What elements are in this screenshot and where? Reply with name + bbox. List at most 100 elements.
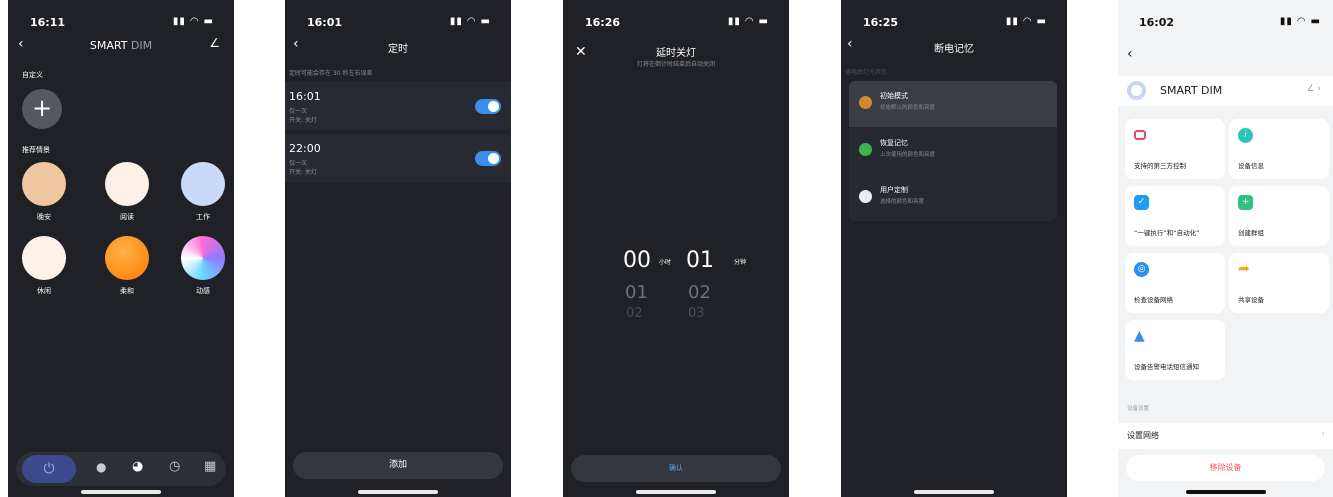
section-label: 设备设置 — [1127, 406, 1150, 412]
timer-row[interactable]: 22:00 仅一次 开关: 关灯 — [285, 134, 511, 182]
time-picker[interactable]: 00 小时 01 分钟 01 02 02 03 — [563, 248, 789, 328]
scene-swatch — [105, 162, 149, 206]
create-group-card[interactable]: + 创建群组 — [1229, 186, 1329, 246]
card-label: 共享设备 — [1238, 296, 1264, 304]
remove-device-button[interactable]: 移除设备 — [1126, 455, 1325, 481]
page-subtitle: 灯将在倒计时结束后自动关闭 — [636, 61, 715, 68]
screen-delay-off: 16:26 ▮▮ ◠ ▬ ✕ 延时关灯 灯将在倒计时结束后自动关闭 00 小时 … — [563, 0, 789, 497]
scene-swatch — [181, 236, 225, 280]
option-title: 初始模式 — [880, 92, 908, 100]
clock-tab-icon[interactable]: ◷ — [169, 459, 180, 474]
grid-tab-icon[interactable]: ▦ — [204, 459, 216, 474]
palette-tab-icon[interactable]: ◕ — [132, 459, 143, 474]
status-icons: ▮▮ ◠ ▬ — [1005, 16, 1047, 27]
status-icons: ▮▮ ◠ ▬ — [172, 16, 214, 27]
status-time: 16:01 — [307, 16, 343, 29]
remove-device-label: 移除设备 — [1209, 463, 1242, 472]
screen-power-memory: 16:25 ▮▮ ◠ ▬ ‹ 断电记忆 通电后灯光状态 初始模式 初始默认的颜色… — [841, 0, 1067, 497]
device-info-card[interactable]: i 设备信息 — [1229, 119, 1329, 179]
scene-item[interactable]: 晚安 — [22, 162, 66, 222]
scene-label: 休闲 — [37, 287, 51, 295]
scene-item[interactable]: 动感 — [181, 236, 225, 296]
confirm-button[interactable]: 确认 — [571, 455, 781, 482]
scene-swatch — [181, 162, 225, 206]
scene-label: 阅读 — [120, 213, 134, 221]
add-custom-button[interactable]: + — [22, 89, 62, 129]
home-indicator — [358, 490, 438, 494]
option-row[interactable]: 用户定制 选择的颜色和亮度 — [849, 175, 1057, 221]
hour-unit: 小时 — [659, 259, 672, 266]
status-icons: ▮▮ ◠ ▬ — [727, 16, 769, 27]
third-party-control-card[interactable]: 支持的第三方控制 — [1125, 119, 1225, 179]
bulb-tab-icon[interactable]: ● — [96, 460, 106, 474]
chevron-right-icon: › — [1321, 429, 1325, 439]
screen-device-settings: 16:02 ▮▮ ◠ ▬ ‹ SMART DIM ∠ › 支持的第三方控制 i … — [1118, 0, 1333, 497]
recommended-label: 推荐情景 — [22, 146, 50, 154]
timer-row[interactable]: 16:01 仅一次 开关: 关灯 — [285, 82, 511, 130]
back-button[interactable]: ‹ — [1127, 46, 1133, 62]
option-title: 用户定制 — [880, 186, 908, 194]
bottom-tab-bar: ⏻ ● ◕ ◷ ▦ — [16, 452, 226, 486]
minute-next2: 03 — [688, 306, 705, 321]
device-name: SMART DIM — [1160, 84, 1223, 97]
restore-memory-icon — [859, 143, 872, 156]
page-title: 延时关灯 — [656, 48, 696, 59]
add-timer-label: 添加 — [388, 460, 407, 470]
minute-unit: 分钟 — [734, 259, 747, 266]
status-time: 16:26 — [585, 16, 621, 29]
bell-icon: ▲ — [1134, 328, 1145, 344]
page-title: 定时 — [388, 44, 408, 55]
title-dim: DIM — [130, 39, 153, 52]
check-network-card[interactable]: ◎ 检查设备网络 — [1125, 253, 1225, 313]
page-title: 断电记忆 — [934, 44, 974, 55]
title-smart: SMART — [89, 39, 128, 52]
device-header[interactable]: SMART DIM ∠ › — [1118, 76, 1333, 106]
share-device-card[interactable]: ➦ 共享设备 — [1229, 253, 1329, 313]
screen-timer: 16:01 ▮▮ ◠ ▬ ‹ 定时 定时可能会存在 30 秒左右误差 16:01… — [285, 0, 511, 497]
card-label: 支持的第三方控制 — [1134, 162, 1186, 170]
option-desc: 选择的颜色和亮度 — [880, 199, 925, 205]
scene-item[interactable]: 柔和 — [105, 236, 149, 296]
alarm-notify-card[interactable]: ▲ 设备告警电话短信通知 — [1125, 320, 1225, 380]
timer-repeat: 仅一次 — [289, 108, 308, 115]
status-bar: 16:11 ▮▮ ◠ ▬ — [8, 16, 234, 30]
automation-card[interactable]: ✓ “一键执行”和“自动化” — [1125, 186, 1225, 246]
add-timer-button[interactable]: 添加 — [293, 452, 503, 479]
home-indicator — [914, 490, 994, 494]
scene-item[interactable]: 阅读 — [105, 162, 149, 222]
scene-label: 工作 — [196, 213, 210, 221]
option-row[interactable]: 恢复记忆 上次使用的颜色和亮度 — [849, 128, 1057, 174]
home-indicator — [1185, 490, 1266, 494]
status-bar: 16:26 ▮▮ ◠ ▬ — [563, 16, 789, 30]
group-icon: + — [1238, 195, 1253, 210]
timer-note: 定时可能会存在 30 秒左右误差 — [289, 70, 373, 77]
network-settings-row[interactable]: 设置网络 › — [1118, 423, 1333, 449]
timer-toggle[interactable] — [475, 151, 501, 166]
status-bar: 16:01 ▮▮ ◠ ▬ — [285, 16, 511, 30]
hour-next: 01 — [625, 282, 648, 303]
option-title: 恢复记忆 — [880, 139, 908, 147]
option-row[interactable]: 初始模式 初始默认的颜色和亮度 — [849, 81, 1057, 127]
scene-label: 晚安 — [37, 213, 51, 221]
edit-icon[interactable]: ∠ — [209, 36, 220, 50]
status-icons: ▮▮ ◠ ▬ — [1279, 16, 1321, 27]
custom-label: 自定义 — [22, 71, 43, 79]
network-settings-label: 设置网络 — [1127, 431, 1159, 440]
scene-item[interactable]: 工作 — [181, 162, 225, 222]
timer-action: 开关: 关灯 — [289, 169, 317, 176]
scene-swatch — [22, 236, 66, 280]
status-time: 16:11 — [30, 16, 66, 29]
scene-swatch — [22, 162, 66, 206]
power-tab[interactable]: ⏻ — [22, 455, 76, 483]
minute-value: 01 — [686, 248, 714, 273]
info-icon: i — [1238, 128, 1253, 143]
option-desc: 上次使用的颜色和亮度 — [880, 152, 936, 158]
timer-toggle[interactable] — [475, 99, 501, 114]
network-icon: ◎ — [1134, 262, 1149, 277]
scene-swatch — [105, 236, 149, 280]
scene-item[interactable]: 休闲 — [22, 236, 66, 296]
card-label: 创建群组 — [1238, 229, 1264, 237]
hour-value: 00 — [623, 248, 651, 273]
device-icon — [1127, 81, 1146, 100]
edit-icon[interactable]: ∠ › — [1306, 84, 1321, 94]
